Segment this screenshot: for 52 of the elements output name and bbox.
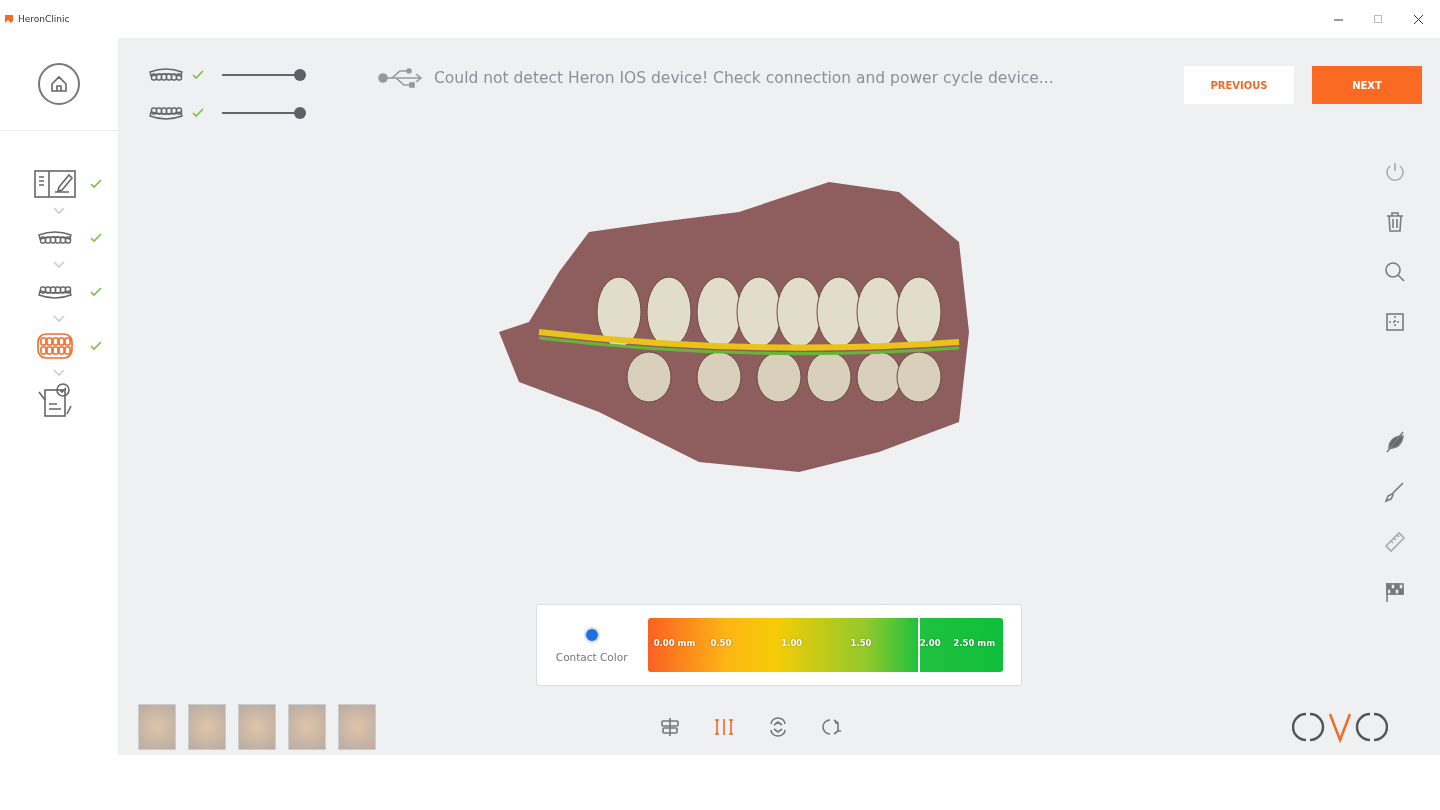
- scale-label: 0.50: [710, 637, 732, 648]
- slider-thumb[interactable]: [294, 69, 306, 81]
- flag-button[interactable]: [1383, 580, 1407, 604]
- chevron-down-icon: [52, 315, 66, 323]
- home-button[interactable]: [38, 63, 80, 105]
- scale-label: 1.50: [850, 637, 872, 648]
- checkered-flag-icon: [1383, 580, 1407, 604]
- brush-icon: [1383, 480, 1407, 504]
- upper-teeth-icon: [148, 66, 184, 84]
- power-icon: [1383, 160, 1407, 184]
- photo-placeholder[interactable]: [288, 704, 326, 751]
- search-button[interactable]: [1383, 260, 1407, 284]
- chevron-down-icon: [52, 207, 66, 215]
- photo-placeholder[interactable]: [188, 704, 226, 751]
- contact-color-label: Contact Color: [555, 650, 628, 663]
- color-dot[interactable]: [583, 626, 600, 643]
- usb-icon: [378, 66, 424, 90]
- scale-label: 0.00 mm: [653, 637, 696, 648]
- previous-button[interactable]: PREVIOUS: [1184, 66, 1294, 104]
- ruler-button[interactable]: [1383, 530, 1407, 554]
- scale-label: 2.00: [919, 637, 941, 648]
- lower-teeth-icon: [148, 104, 184, 122]
- chevron-down-icon: [52, 261, 66, 269]
- check-icon: [90, 179, 102, 189]
- window-title: HeronClinic: [18, 14, 71, 24]
- photo-placeholder[interactable]: [138, 704, 176, 751]
- chevron-down-icon: [52, 369, 66, 377]
- power-button[interactable]: [1383, 160, 1407, 184]
- photo-placeholder[interactable]: [238, 704, 276, 751]
- ovo-logo-icon: [1292, 711, 1388, 744]
- search-icon: [1383, 260, 1407, 284]
- next-button[interactable]: NEXT: [1312, 66, 1422, 104]
- bite-teeth-icon: [35, 331, 75, 361]
- check-icon: [90, 233, 102, 243]
- home-icon: [49, 74, 69, 94]
- check-icon: [192, 108, 204, 118]
- ruler-icon: [1383, 530, 1407, 554]
- check-icon: [90, 287, 102, 297]
- slider-thumb[interactable]: [294, 107, 306, 119]
- clipboard-check-icon: [35, 382, 75, 418]
- photo-placeholder[interactable]: [338, 704, 376, 751]
- scale-label: 1.00: [781, 637, 803, 648]
- app-logo-icon: [4, 14, 14, 24]
- grid-button[interactable]: [1383, 310, 1407, 334]
- scale-label: 2.50 mm: [953, 637, 995, 648]
- check-icon: [90, 341, 102, 351]
- check-icon: [192, 70, 204, 80]
- brush-button[interactable]: [1383, 480, 1407, 504]
- notebook-pen-icon: [33, 169, 77, 199]
- status-message: Could not detect Heron IOS device! Check connection and power cycle device...: [434, 69, 1054, 87]
- step-button[interactable]: [32, 167, 78, 201]
- grid-icon: [1383, 310, 1407, 334]
